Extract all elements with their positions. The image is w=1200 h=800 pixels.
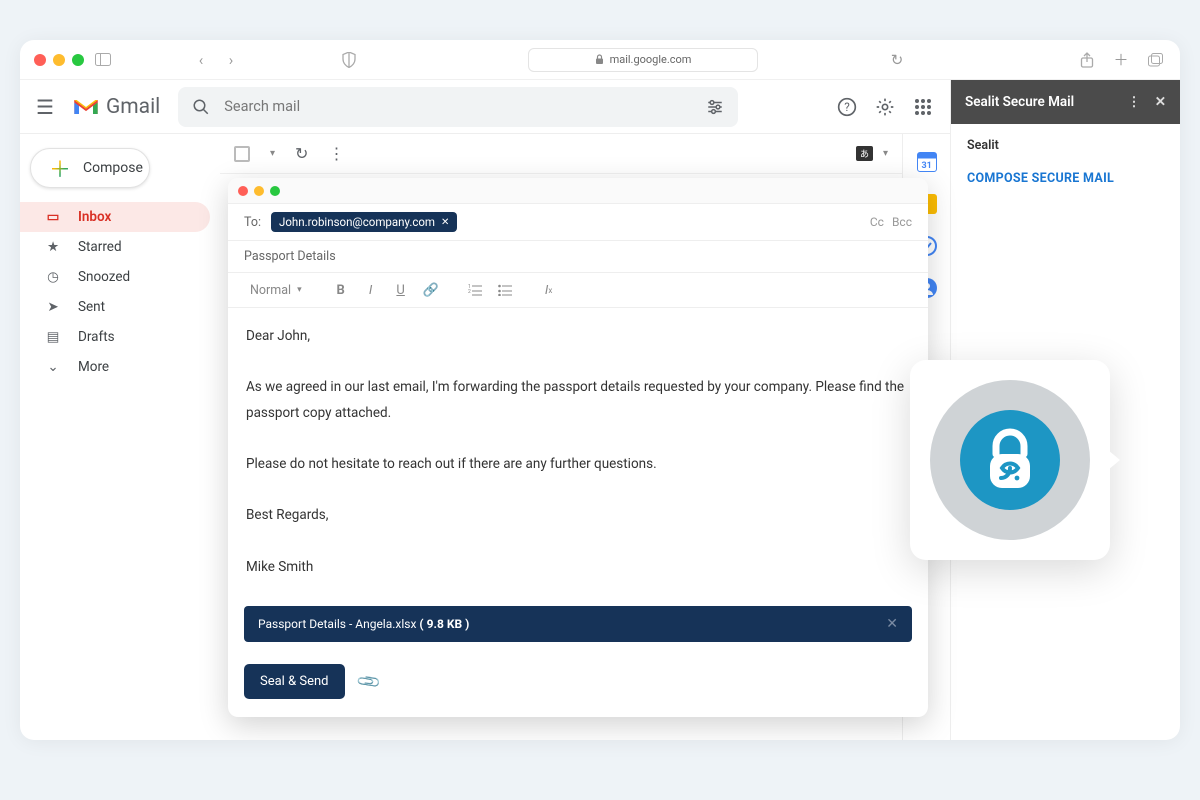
help-icon[interactable]: ? [836, 96, 858, 118]
remove-chip-icon[interactable]: ✕ [441, 217, 449, 228]
compose-window: To: John.robinson@company.com ✕ Cc Bcc [228, 178, 928, 717]
sealit-lock-icon [960, 410, 1060, 510]
search-placeholder: Search mail [224, 98, 300, 115]
nav-starred[interactable]: ★Starred [20, 232, 210, 262]
italic-button[interactable]: I [358, 279, 384, 301]
star-icon: ★ [44, 239, 62, 255]
nav-more[interactable]: ⌄More [20, 352, 210, 382]
close-window-icon[interactable] [34, 54, 46, 66]
menu-icon[interactable]: ☰ [36, 95, 54, 119]
shield-icon[interactable] [338, 49, 360, 71]
nav-sent[interactable]: ➤Sent [20, 292, 210, 322]
compose-label: Compose [83, 160, 143, 176]
compose-to-row[interactable]: To: John.robinson@company.com ✕ Cc Bcc [228, 204, 928, 241]
bcc-button[interactable]: Bcc [892, 215, 912, 229]
attachment-row[interactable]: Passport Details - Angela.xlsx ( 9.8 KB … [244, 606, 912, 642]
fullscreen-window-icon[interactable] [72, 54, 84, 66]
input-tool-icon[interactable]: あ [856, 146, 873, 161]
compose-send-row: Seal & Send 📎 [228, 652, 928, 717]
compose-body[interactable]: Dear John, As we agreed in our last emai… [228, 308, 928, 596]
bullet-list-button[interactable] [492, 279, 518, 301]
compose-button[interactable]: ＋ Compose [30, 148, 150, 188]
plus-icon: ＋ [49, 152, 71, 184]
numbered-list-button[interactable]: 12 [462, 279, 488, 301]
window-traffic-lights [34, 54, 84, 66]
chevron-down-icon[interactable]: ▾ [270, 148, 275, 159]
cc-button[interactable]: Cc [870, 215, 884, 229]
browser-window: ‹ › mail.google.com ↻ ＋ ☰ Gm [20, 40, 1180, 740]
list-toolbar: ▾ ↻ ⋮ あ ▾ [220, 134, 902, 174]
close-compose-icon[interactable] [238, 186, 248, 196]
lock-icon [595, 54, 604, 65]
minimize-compose-icon[interactable] [254, 186, 264, 196]
underline-button[interactable]: U [388, 279, 414, 301]
calendar-app-icon[interactable]: 31 [917, 152, 937, 172]
text-style-select[interactable]: Normal▾ [242, 281, 310, 300]
compose-window-header [228, 178, 928, 204]
share-icon[interactable] [1076, 49, 1098, 71]
reload-icon[interactable]: ↻ [886, 49, 908, 71]
url-bar[interactable]: mail.google.com [528, 48, 758, 72]
tabs-icon[interactable] [1144, 49, 1166, 71]
nav-drafts[interactable]: ▤Drafts [20, 322, 210, 352]
forward-icon[interactable]: › [220, 49, 242, 71]
select-all-checkbox[interactable] [234, 146, 250, 162]
minimize-window-icon[interactable] [53, 54, 65, 66]
svg-text:?: ? [844, 100, 850, 114]
gmail-header: ☰ Gmail Search mail ? [20, 80, 950, 134]
attachment-name: Passport Details - Angela.xlsx [258, 617, 416, 631]
compose-subject: Passport Details [244, 249, 336, 264]
compose-subject-row[interactable]: Passport Details [228, 241, 928, 273]
chevron-down-icon[interactable]: ▾ [883, 148, 888, 159]
remove-attachment-icon[interactable]: ✕ [886, 616, 898, 632]
expand-compose-icon[interactable] [270, 186, 280, 196]
url-text: mail.google.com [610, 53, 692, 66]
drafts-icon: ▤ [44, 329, 62, 345]
search-input[interactable]: Search mail [178, 87, 738, 127]
more-menu-icon[interactable]: ⋮ [328, 144, 344, 163]
sidebar-toggle-icon[interactable] [92, 49, 114, 71]
inbox-icon: ▭ [44, 209, 62, 225]
sent-icon: ➤ [44, 299, 62, 315]
gmail-brand-text: Gmail [106, 95, 160, 119]
side-panel-header: Sealit Secure Mail ⋮ ✕ [951, 80, 1180, 124]
nav-inbox[interactable]: ▭Inbox [20, 202, 210, 232]
new-tab-icon[interactable]: ＋ [1110, 49, 1132, 71]
sealit-callout [910, 360, 1110, 560]
seal-send-button[interactable]: Seal & Send [244, 664, 345, 699]
settings-icon[interactable] [874, 96, 896, 118]
recipient-chip[interactable]: John.robinson@company.com ✕ [271, 212, 457, 232]
link-button[interactable]: 🔗 [418, 279, 444, 301]
browser-chrome-bar: ‹ › mail.google.com ↻ ＋ [20, 40, 1180, 80]
tune-icon[interactable] [706, 98, 724, 116]
mail-list-area: ▾ ↻ ⋮ あ ▾ [220, 134, 902, 740]
clear-format-button[interactable]: Ix [536, 279, 562, 301]
search-icon [192, 98, 210, 116]
nav-snoozed[interactable]: ◷Snoozed [20, 262, 210, 292]
chevron-down-icon: ⌄ [44, 359, 62, 375]
gmail-sidebar: ＋ Compose ▭Inbox ★Starred ◷Snoozed ➤Sent… [20, 134, 220, 740]
side-panel-brand: Sealit [967, 138, 1164, 153]
attachment-size: ( 9.8 KB ) [419, 617, 469, 631]
panel-close-icon[interactable]: ✕ [1155, 94, 1166, 110]
compose-secure-button[interactable]: COMPOSE SECURE MAIL [967, 171, 1164, 186]
to-label: To: [244, 215, 261, 230]
gmail-logo[interactable]: Gmail [72, 95, 160, 119]
attach-icon[interactable]: 📎 [355, 668, 382, 695]
clock-icon: ◷ [44, 269, 62, 285]
svg-text:2: 2 [468, 289, 471, 295]
refresh-icon[interactable]: ↻ [295, 144, 308, 163]
back-icon[interactable]: ‹ [190, 49, 212, 71]
side-panel-title: Sealit Secure Mail [965, 94, 1074, 110]
panel-more-icon[interactable]: ⋮ [1127, 94, 1141, 110]
format-toolbar: Normal▾ B I U 🔗 12 Ix [228, 273, 928, 308]
apps-grid-icon[interactable] [912, 96, 934, 118]
bold-button[interactable]: B [328, 279, 354, 301]
